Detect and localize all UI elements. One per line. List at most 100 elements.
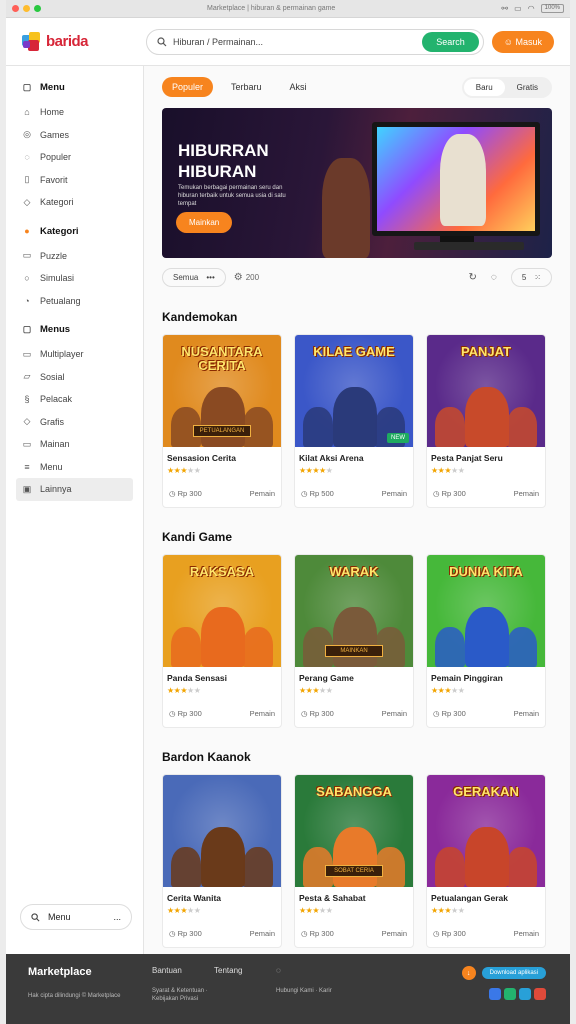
play-store-icon[interactable] [504, 988, 516, 1000]
game-card[interactable]: Cerita Wanita ★★★★★ ◷ Rp 300 Pemain [162, 774, 282, 948]
section-title: Bardon Kaanok [162, 750, 251, 764]
sidebar-item-social[interactable]: ▱ Sosial [22, 366, 133, 389]
sidebar-search[interactable]: Menu ... [20, 904, 132, 930]
game-thumbnail[interactable]: KILAE GAME NEW [295, 335, 413, 447]
filter-label: Semua [173, 272, 199, 282]
segment-free[interactable]: Gratis [505, 79, 550, 96]
search-input[interactable]: Hiburan / Permainan... [173, 37, 422, 47]
sidebar-item-label: Grafis [40, 416, 65, 427]
title-bar: Marketplace | hiburan & permainan game ⚯… [6, 0, 570, 18]
sidebar-item-other[interactable]: ▣ Lainnya [16, 478, 133, 501]
sidebar-item-puzzle[interactable]: ▭ Puzzle [22, 245, 133, 268]
game-card[interactable]: GERAKAN Petualangan Gerak ★★★★★ ◷ Rp 300 Pem… [426, 774, 546, 948]
players-label: Pemain [249, 489, 275, 498]
game-thumbnail[interactable]: PANJAT [427, 335, 545, 447]
list-icon: ≡ [24, 461, 30, 472]
price-label: ◷ Rp 300 [301, 709, 334, 718]
star-rating: ★★★★★ [431, 466, 465, 475]
game-card[interactable]: SABANGGA SOBAT CERIA Pesta & Sahabat ★★★★★ ◷… [294, 774, 414, 948]
brand-logo[interactable]: barida [22, 31, 146, 52]
sidebar-item-menu[interactable]: ≡ Menu [22, 456, 133, 479]
download-icon[interactable]: ↓ [461, 966, 476, 980]
players-label: Pemain [381, 709, 407, 718]
game-card[interactable]: NUSANTARA CERITA PETUALANGAN Sensasion Cer… [162, 334, 282, 508]
game-thumbnail[interactable]: GERAKAN [427, 775, 545, 887]
sidebar-item-adventure[interactable]: ◔ Petualang [22, 290, 133, 313]
sidebar-item-favorite[interactable]: ▯ Favorit [22, 169, 133, 192]
brand-name: barida [46, 33, 89, 50]
search-button[interactable]: Search [422, 31, 479, 52]
sidebar-item-toys[interactable]: ▭ Mainan [22, 433, 133, 456]
game-card[interactable]: RAKSASA Panda Sensasi ★★★★★ ◷ Rp 300 Pemain [162, 554, 282, 728]
sidebar-item-home[interactable]: ⌂ Home [22, 101, 133, 124]
close-window-button[interactable] [12, 5, 19, 12]
tab-action[interactable]: Aksi [280, 77, 317, 97]
game-thumbnail[interactable] [163, 775, 281, 887]
thumbnail-character-icon [507, 407, 537, 447]
search-bar[interactable]: Hiburan / Permainan... Search [146, 28, 484, 55]
section-title: Kandi Game [162, 530, 233, 544]
footer-contact-links[interactable]: Hubungi Kami · Karir [276, 987, 338, 995]
chat-app-icon[interactable] [519, 988, 531, 1000]
players-label: Pemain [249, 709, 275, 718]
thumbnail-title: NUSANTARA CERITA [181, 344, 263, 373]
puzzle-icon: ▭ [22, 250, 32, 261]
social-app-icon[interactable] [534, 988, 546, 1000]
segment-new[interactable]: Baru [463, 78, 505, 96]
hero-title: HIBURRAN HIBURAN [178, 141, 269, 181]
sidebar: ▢ Menu ⌂ Home ◎ Games ◌ Populer ▯ Favorit ◇ K… [6, 66, 144, 954]
sidebar-item-category[interactable]: ◇ Kategori [22, 191, 133, 214]
game-thumbnail[interactable]: NUSANTARA CERITA PETUALANGAN [163, 335, 281, 447]
game-card[interactable]: WARAK MAINKAN Perang Game ★★★★★ ◷ Rp 300 Pema… [294, 554, 414, 728]
settings-icon[interactable]: ◌ [491, 272, 497, 283]
sidebar-item-games[interactable]: ◎ Games [22, 124, 133, 147]
account-button[interactable]: ☺ Masuk [491, 30, 554, 53]
thumbnail-character-icon [435, 407, 465, 447]
footer-link-about[interactable]: Tentang [214, 966, 276, 975]
hero-cta-button[interactable]: Mainkan [176, 212, 233, 233]
minimize-window-button[interactable] [23, 5, 30, 12]
tab-popular[interactable]: Populer [162, 77, 214, 97]
footer-link-help[interactable]: Bantuan [152, 966, 214, 975]
home-icon: ⌂ [24, 107, 30, 118]
clock-icon: ◷ [169, 489, 178, 498]
thumbnail-character-icon [171, 847, 201, 887]
game-thumbnail[interactable]: WARAK MAINKAN [295, 555, 413, 667]
sidebar-item-simulation[interactable]: ○ Simulasi [22, 267, 133, 290]
filter-dropdown[interactable]: Semua ••• [162, 267, 226, 287]
game-thumbnail[interactable]: RAKSASA [163, 555, 281, 667]
game-thumbnail[interactable]: DUNIA KITA [427, 555, 545, 667]
footer-legal-links[interactable]: Syarat & Ketentuan · Kebijakan Privasi [152, 987, 214, 1003]
sidebar-item-graphics[interactable]: ◇ Grafis [22, 411, 133, 434]
thumbnail-character-icon [435, 847, 465, 887]
game-card[interactable]: PANJAT Pesta Panjat Seru ★★★★★ ◷ Rp 300 Pema… [426, 334, 546, 508]
price-label: ◷ Rp 300 [301, 929, 334, 938]
game-card[interactable]: DUNIA KITA Pemain Pinggiran ★★★★★ ◷ Rp 300 P… [426, 554, 546, 728]
app-store-icon[interactable] [489, 988, 501, 1000]
sidebar-item-tracker[interactable]: § Pelacak [22, 388, 133, 411]
maximize-window-button[interactable] [34, 5, 41, 12]
thumbnail-hero-icon [201, 607, 245, 667]
gear-icon[interactable]: ⚙ [234, 272, 243, 283]
game-title: Cerita Wanita [167, 893, 222, 903]
tab-latest[interactable]: Terbaru [221, 77, 272, 97]
sidebar-item-multiplayer[interactable]: ▭ Multiplayer [22, 343, 133, 366]
thumbnail-hero-icon [465, 607, 509, 667]
hero-banner[interactable]: HIBURRAN HIBURAN Temukan berbagai permai… [162, 108, 552, 258]
game-title: Sensasion Cerita [167, 453, 236, 463]
sidebar-item-popular[interactable]: ◌ Populer [22, 146, 133, 169]
refresh-icon[interactable]: ↻ [469, 272, 477, 283]
sidebar-item-label: Populer [40, 152, 72, 163]
star-rating: ★★★★★ [299, 686, 333, 695]
players-label: Pemain [513, 489, 539, 498]
game-sections: Kandemokan NUSANTARA CERITA PETUALANGAN Sen… [162, 310, 552, 948]
game-card[interactable]: KILAE GAME NEW Kilat Aksi Arena ★★★★★ ◷ Rp 5… [294, 334, 414, 508]
thumbnail-character-icon [171, 627, 201, 667]
download-app-button[interactable]: Download aplikasi [481, 967, 546, 979]
players-label: Pemain [513, 929, 539, 938]
game-title: Kilat Aksi Arena [299, 453, 364, 463]
pagination[interactable]: 5 ⁙ [510, 267, 552, 287]
more-options-icon[interactable]: ... [113, 912, 121, 922]
link-icon: ⚯ [501, 4, 509, 13]
game-thumbnail[interactable]: SABANGGA SOBAT CERIA [295, 775, 413, 887]
